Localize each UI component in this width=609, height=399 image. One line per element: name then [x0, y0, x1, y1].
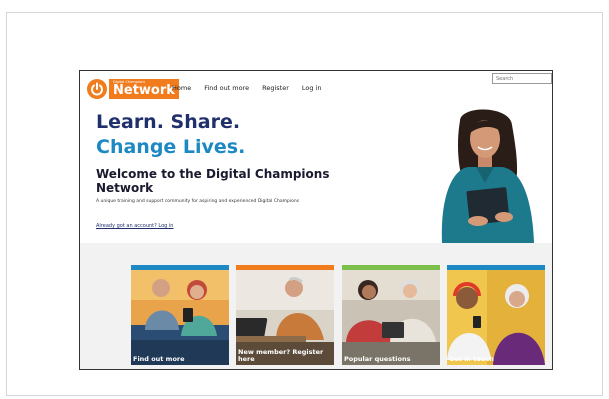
- nav-find-out-more[interactable]: Find out more: [204, 84, 249, 92]
- nav-home[interactable]: Home: [172, 84, 191, 92]
- card-popular-questions[interactable]: Popular questions: [342, 265, 440, 365]
- card-photo-headphones: [447, 270, 545, 365]
- welcome-heading: Welcome to the Digital Champions Network: [96, 167, 330, 195]
- cards-section: Find out more New member? Register here: [80, 243, 552, 369]
- page-frame: Digital Champions Network Home Find out …: [79, 70, 553, 370]
- login-link[interactable]: Already got an account? Log in: [96, 223, 173, 229]
- nav-log-in[interactable]: Log in: [302, 84, 322, 92]
- card-photo-two-women: [342, 270, 440, 365]
- site-logo[interactable]: Digital Champions Network: [87, 78, 179, 100]
- logo-wordmark: Digital Champions Network: [109, 79, 179, 99]
- card-register[interactable]: New member? Register here: [236, 265, 334, 365]
- hero-section: Learn. Share. Change Lives. Welcome to t…: [80, 103, 552, 243]
- card-label: Get in touch: [449, 355, 494, 363]
- nav-links: Home Find out more Register Log in: [172, 84, 322, 92]
- hero-line-2: Change Lives.: [96, 136, 246, 158]
- card-find-out-more[interactable]: Find out more: [131, 265, 229, 365]
- logo-big-text: Network: [113, 83, 175, 99]
- top-navigation: Digital Champions Network Home Find out …: [80, 71, 552, 103]
- card-photo-couple: [131, 270, 229, 365]
- hero-woman-photo: [441, 109, 534, 243]
- search-input[interactable]: [492, 73, 552, 84]
- hero-subtitle: A unique training and support community …: [96, 199, 300, 204]
- card-get-in-touch[interactable]: Get in touch: [447, 265, 545, 365]
- hero-line-1: Learn. Share.: [96, 111, 241, 133]
- power-icon: [87, 79, 107, 99]
- card-label: New member? Register here: [238, 348, 324, 363]
- nav-register[interactable]: Register: [262, 84, 289, 92]
- card-label: Find out more: [133, 355, 185, 363]
- card-label: Popular questions: [344, 355, 411, 363]
- browser-window: Digital Champions Network Home Find out …: [6, 12, 603, 396]
